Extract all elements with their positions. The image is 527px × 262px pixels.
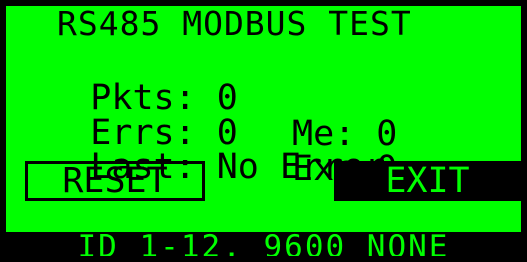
errors-row: Errs: 0 Exc:0 xyxy=(6,79,397,187)
exit-button[interactable]: EXIT xyxy=(334,161,521,201)
reset-button-label: RESET xyxy=(62,161,168,201)
screen-title: RS485 MODBUS TEST xyxy=(57,6,412,43)
lcd-screen: RS485 MODBUS TEST Pkts: 0 Me: 0 Errs: 0 … xyxy=(6,6,521,256)
reset-button[interactable]: RESET xyxy=(25,161,205,201)
last-error-row: Last: No Error xyxy=(6,113,385,185)
exit-button-label: EXIT xyxy=(385,161,470,201)
packets-row: Pkts: 0 Me: 0 xyxy=(6,44,397,152)
status-bar: ID 1-12, 9600 NONE xyxy=(6,232,521,256)
